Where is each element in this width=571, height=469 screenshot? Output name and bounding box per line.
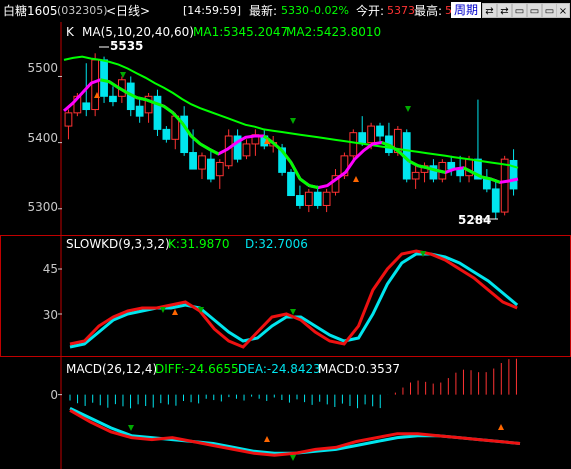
ma-short-down-segment (199, 142, 211, 151)
candle-body (482, 178, 491, 190)
kd-d-value: D:32.7006 (245, 237, 308, 251)
window-button-2[interactable]: ▭ (527, 3, 542, 18)
kd-d-line (69, 252, 519, 349)
ma-short-down-segment (299, 177, 311, 187)
macd-hist-value: MACD:0.3537 (318, 362, 401, 376)
ma-short-down-segment (417, 164, 428, 170)
macd-dea-line (69, 406, 521, 455)
ma-short-down-segment (490, 177, 501, 184)
candle-body (242, 143, 251, 157)
window-button-3[interactable]: ▭ (542, 3, 557, 18)
candle-body (491, 188, 500, 213)
kd-y-tick-30: 30 (42, 308, 58, 322)
kd-buy-arrow (172, 309, 178, 315)
macd-diff-line (69, 408, 521, 457)
swap-right-button[interactable]: ⇄ (497, 3, 512, 18)
y-tick-5500: 5500 (27, 61, 58, 75)
kline-chart (58, 22, 519, 235)
symbol-code: (032305) (57, 4, 108, 17)
kd-chart (0, 235, 571, 357)
macd-panel: MACD(26,12,4) DIFF:-24.6655 DEA:-24.8423… (0, 357, 571, 469)
candle-body (367, 125, 376, 144)
candle-body (287, 171, 295, 197)
y-tick-5400: 5400 (27, 131, 58, 145)
candle-body (296, 195, 304, 206)
ma-params-label: MA(5,10,20,40,60) (82, 25, 194, 39)
symbol-name: 白糖1605 (3, 4, 58, 18)
candle-body (358, 132, 367, 144)
buy-signal-arrow (353, 176, 359, 182)
ma-short-down-segment (435, 168, 446, 174)
high-label: 最高: (414, 4, 443, 18)
window-button-1[interactable]: ▭ (512, 3, 527, 18)
sell-signal-arrow (405, 106, 411, 112)
kd-label: SLOWKD(9,3,3,2) (66, 237, 170, 251)
candle-body (64, 112, 73, 127)
kline-panel: K MA(5,10,20,40,60) MA1:5345.2047 MA2:54… (0, 22, 571, 235)
candle-body (82, 102, 91, 111)
sell-signal-arrow (290, 118, 296, 124)
candle-body (153, 95, 162, 130)
candle-body (411, 171, 420, 180)
ma-short-down-segment (99, 78, 110, 84)
macd-diff-value: DIFF:-24.6655 (155, 362, 239, 376)
ma-short-down-segment (136, 96, 147, 102)
ma-short-down-segment (162, 105, 174, 115)
low-marker: 5284 (458, 213, 492, 227)
kd-k-value: K:31.9870 (168, 237, 230, 251)
k-label: K (66, 25, 74, 39)
open-label: 今开: (356, 4, 385, 18)
candle-body (500, 158, 509, 213)
ma2-value: MA2:5423.8010 (286, 25, 382, 39)
ma-short-down-segment (481, 175, 492, 181)
macd-dea-value: DEA:-24.8423 (238, 362, 321, 376)
candle-body (304, 191, 313, 206)
macd-y-tick-0: 0 (50, 388, 58, 402)
swap-left-button[interactable]: ⇄ (482, 3, 497, 18)
candle-body (322, 191, 331, 206)
candle-body (349, 132, 358, 157)
latest-value: 5330 (281, 4, 309, 17)
sell-signal-arrow (120, 72, 126, 78)
macd-buy-arrow (264, 436, 270, 442)
y-tick-5300: 5300 (27, 200, 58, 214)
open-value: 5373 (387, 4, 415, 17)
period-button[interactable]: 周期 (451, 2, 482, 18)
macd-label: MACD(26,12,4) (66, 362, 158, 376)
macd-sell-arrow (290, 455, 296, 461)
ma-short-down-segment (308, 184, 319, 190)
change-value: -0.02% (310, 4, 349, 17)
period-label: <日线> (106, 4, 151, 18)
kd-sell-arrow (160, 307, 166, 313)
candle-body (206, 158, 215, 180)
high-marker: 5535 (110, 39, 144, 53)
ma-short-down-segment (190, 134, 202, 146)
candle-body (100, 59, 108, 97)
time-label: [14:59:59] (183, 4, 241, 17)
latest-label: 最新: (249, 4, 278, 18)
macd-sell-arrow (128, 425, 134, 431)
ma-short-down-segment (108, 80, 120, 89)
kd-panel: SLOWKD(9,3,3,2) K:31.9870 D:32.7006 45 3… (0, 235, 571, 357)
ma-short-down-segment (271, 141, 283, 152)
kd-y-tick-45: 45 (42, 262, 58, 276)
ma-long-line (63, 55, 519, 169)
candle-body (162, 128, 171, 140)
close-button[interactable]: × (556, 3, 570, 18)
macd-buy-arrow (498, 424, 504, 430)
kd-k-line (69, 249, 518, 349)
candle-body (135, 105, 144, 117)
candle-body (109, 95, 117, 103)
candle-body (376, 125, 384, 137)
candle-body (313, 191, 322, 206)
candle-body (215, 161, 224, 177)
candle-body (198, 155, 206, 170)
ma1-value: MA1:5345.2047 (193, 25, 289, 39)
title-bar: 白糖1605 (032305) <日线> [14:59:59] 最新: 5330… (0, 0, 571, 22)
candle-body (189, 152, 197, 170)
candle-body (91, 59, 100, 111)
kd-sell-arrow (290, 309, 296, 315)
